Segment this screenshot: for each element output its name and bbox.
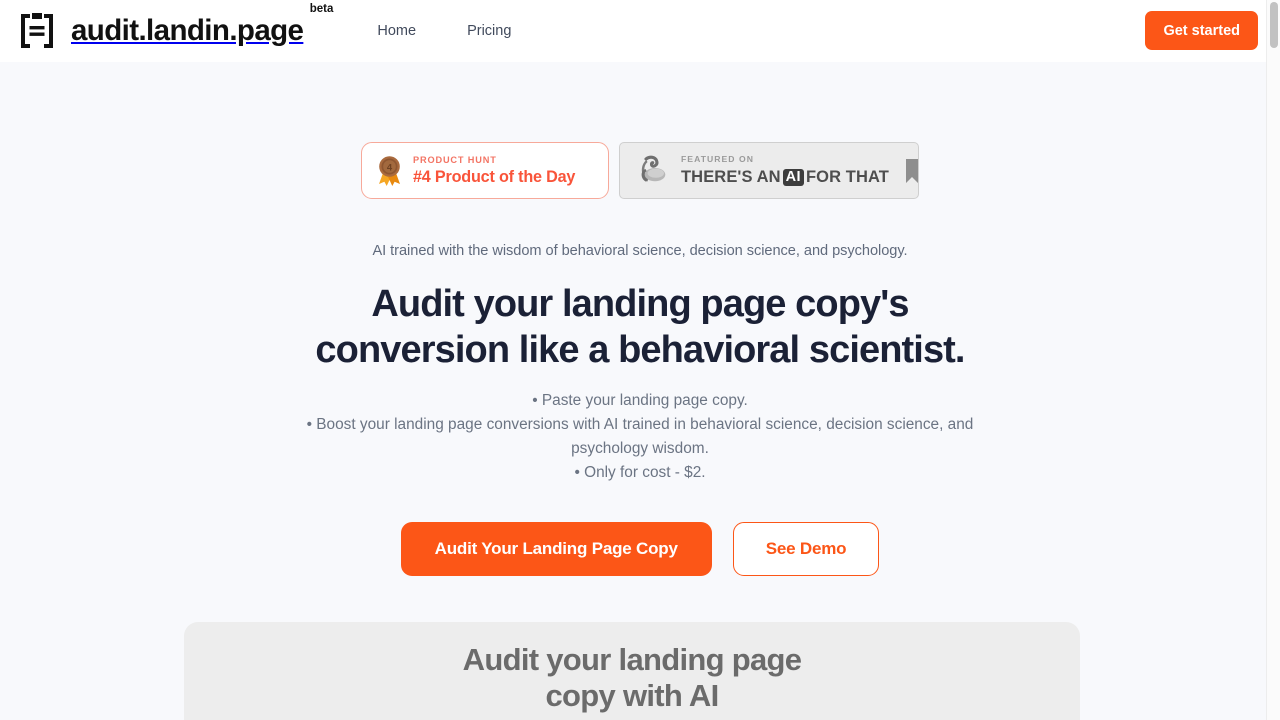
demo-heading-line-1: Audit your landing page xyxy=(462,642,802,677)
brand-logo-link[interactable]: audit.landin.page beta xyxy=(16,4,333,52)
hero-bullet-3: • Only for cost - $2. xyxy=(574,464,706,481)
brand-name-text: audit.landin.page xyxy=(71,14,304,48)
theres-an-ai-text: FEATURED ON THERE'S AN AI FOR THAT xyxy=(681,153,889,187)
hero-cta-row: Audit Your Landing Page Copy See Demo xyxy=(0,522,1280,576)
hero-section: 4 PRODUCT HUNT #4 Product of the Day FEA… xyxy=(0,62,1280,576)
nav-link-home[interactable]: Home xyxy=(377,23,416,39)
theres-an-ai-title: THERE'S AN AI FOR THAT xyxy=(681,168,889,187)
vertical-scrollbar[interactable] xyxy=(1266,0,1280,720)
hero-bullet-2-wrap: psychology wisdom. xyxy=(571,440,709,457)
demo-heading-line-2: copy with AI xyxy=(545,678,719,713)
see-demo-button[interactable]: See Demo xyxy=(732,522,880,576)
medal-icon: 4 xyxy=(376,155,403,186)
clipboard-lines-icon xyxy=(16,10,58,52)
get-started-button[interactable]: Get started xyxy=(1145,11,1258,50)
taft-title-after: FOR THAT xyxy=(805,168,889,187)
svg-text:4: 4 xyxy=(387,162,393,173)
demo-preview-card: Audit your landing page copy with AI xyxy=(184,622,1080,720)
bookmark-icon xyxy=(904,158,920,184)
hero-eyebrow: AI trained with the wisdom of behavioral… xyxy=(372,243,908,259)
headline-line-1: Audit your landing page copy's xyxy=(371,283,909,325)
hero-bullet-1: • Paste your landing page copy. xyxy=(532,392,748,409)
badge-row: 4 PRODUCT HUNT #4 Product of the Day FEA… xyxy=(0,142,1280,199)
product-hunt-text: PRODUCT HUNT #4 Product of the Day xyxy=(413,154,576,186)
audit-landing-page-copy-button[interactable]: Audit Your Landing Page Copy xyxy=(400,522,712,576)
brand-beta-tag: beta xyxy=(309,3,334,16)
flexed-bicep-icon xyxy=(634,153,670,189)
hero-bullet-2: • Boost your landing page conversions wi… xyxy=(306,416,974,433)
nav-link-pricing[interactable]: Pricing xyxy=(467,23,511,39)
featured-on-kicker: FEATURED ON xyxy=(681,153,754,164)
product-hunt-badge[interactable]: 4 PRODUCT HUNT #4 Product of the Day xyxy=(361,142,609,199)
ai-chip: AI xyxy=(782,168,804,187)
demo-card-heading: Audit your landing page copy with AI xyxy=(184,642,1080,714)
hero-bullets: • Paste your landing page copy. • Boost … xyxy=(260,389,1020,485)
product-hunt-title: #4 Product of the Day xyxy=(413,168,576,186)
nav-links: Home Pricing xyxy=(377,23,511,39)
product-hunt-kicker: PRODUCT HUNT xyxy=(413,154,497,165)
scrollbar-thumb[interactable] xyxy=(1270,2,1278,48)
theres-an-ai-for-that-badge[interactable]: FEATURED ON THERE'S AN AI FOR THAT xyxy=(619,142,919,199)
brand-name: audit.landin.page beta xyxy=(71,4,333,48)
page-title: Audit your landing page copy's conversio… xyxy=(0,281,1280,373)
headline-line-2: conversion like a behavioral scientist. xyxy=(315,329,965,371)
navbar: audit.landin.page beta Home Pricing Get … xyxy=(0,0,1280,62)
page-root: audit.landin.page beta Home Pricing Get … xyxy=(0,0,1280,720)
taft-title-before: THERE'S AN xyxy=(681,168,781,187)
